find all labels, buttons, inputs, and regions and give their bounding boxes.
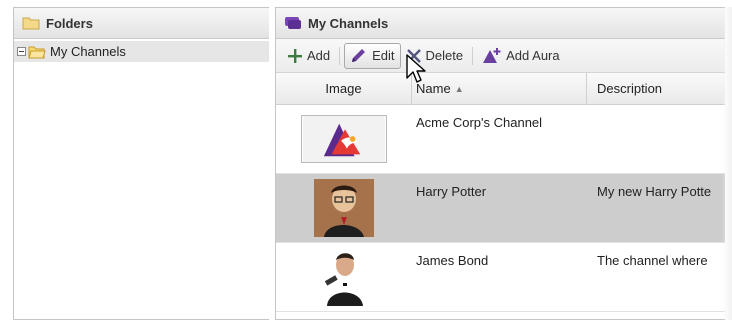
table-row[interactable]: James Bond The channel where — [276, 243, 725, 312]
add-label: Add — [307, 48, 331, 63]
pencil-icon — [352, 48, 366, 62]
column-header-image[interactable]: Image — [276, 73, 412, 104]
plus-icon — [288, 48, 302, 63]
channels-header: My Channels — [276, 8, 725, 39]
folders-panel: Folders My Channels — [13, 7, 269, 320]
harry-potter-thumbnail — [314, 179, 374, 237]
channel-name: Harry Potter — [416, 184, 487, 199]
channel-description: The channel where — [597, 253, 708, 268]
acme-logo-thumbnail — [301, 115, 387, 163]
column-header-name[interactable]: Name ▲ — [412, 73, 587, 104]
column-label: Description — [597, 81, 663, 96]
toolbar-divider — [472, 46, 474, 65]
folders-header: Folders — [14, 8, 269, 39]
thumbnail-cell — [276, 105, 412, 173]
channels-toolbar: Add Edit Delete Add Aura — [276, 39, 725, 73]
column-header-description[interactable]: Description — [587, 73, 725, 104]
tree-item-label: My Channels — [50, 44, 126, 59]
sort-ascending-icon: ▲ — [454, 83, 464, 94]
channels-panel: My Channels Add Edit Delete Add Aura Ima… — [275, 7, 725, 320]
window-edge-shadow — [722, 7, 732, 320]
table-row[interactable]: Acme Corp's Channel — [276, 105, 725, 174]
aura-add-icon — [483, 47, 501, 63]
column-label: Image — [325, 81, 362, 96]
thumbnail-cell — [276, 174, 412, 242]
toolbar-divider — [339, 46, 341, 65]
table-row-selected[interactable]: Harry Potter My new Harry Potte — [276, 174, 725, 243]
channel-description — [587, 105, 725, 173]
delete-label: Delete — [425, 48, 464, 63]
channel-name: Acme Corp's Channel — [416, 115, 543, 130]
james-bond-thumbnail — [321, 248, 367, 306]
collapse-toggle-icon[interactable] — [17, 47, 26, 56]
mouse-pointer-icon — [406, 54, 426, 83]
add-aura-button[interactable]: Add Aura — [477, 43, 565, 69]
thumbnail-cell — [276, 243, 412, 311]
folder-tree: My Channels — [14, 39, 269, 62]
add-button[interactable]: Add — [282, 43, 335, 69]
folders-title: Folders — [46, 15, 93, 31]
channels-title: My Channels — [308, 15, 389, 31]
add-aura-label: Add Aura — [506, 48, 560, 63]
channel-icon — [285, 17, 301, 29]
edit-button[interactable]: Edit — [344, 42, 401, 69]
open-folder-icon — [28, 46, 46, 58]
channel-description: My new Harry Potte — [597, 184, 712, 199]
folder-icon — [22, 17, 40, 30]
grid-header: Image Name ▲ Description — [276, 73, 725, 105]
edit-label: Edit — [372, 48, 395, 63]
tree-item-my-channels[interactable]: My Channels — [14, 41, 269, 62]
channel-name: James Bond — [416, 253, 489, 268]
